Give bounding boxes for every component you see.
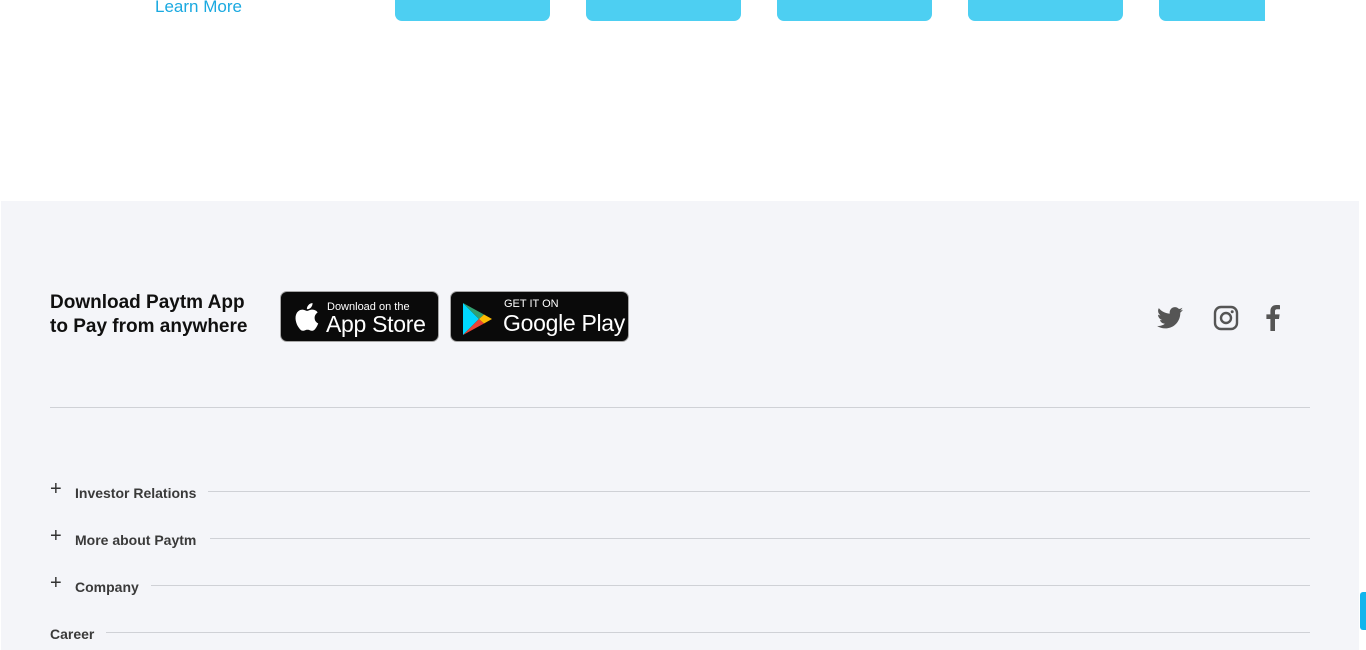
footer-divider [50,407,1310,408]
instagram-icon[interactable] [1213,305,1239,336]
plus-icon: + [50,525,62,547]
twitter-icon[interactable] [1157,307,1183,334]
plus-icon: + [50,572,62,594]
category-card[interactable] [968,0,1123,21]
google-play-big-label: Google Play [503,310,625,336]
app-store-button[interactable]: Download on the App Store [280,291,439,342]
footer-item-label: Company [75,579,139,595]
category-card[interactable] [777,0,932,21]
download-line-1: Download Paytm App [50,292,245,313]
facebook-icon[interactable] [1266,305,1280,336]
footer-item-career[interactable]: Career [50,624,1310,644]
row-divider [106,632,1310,633]
footer-item-label: Investor Relations [75,485,197,501]
download-app-heading: Download Paytm App to Pay from anywhere [50,291,280,339]
learn-more-link[interactable]: Learn More [155,0,242,17]
row-divider [151,585,1310,586]
top-section: Learn More [0,0,1366,200]
download-line-2: to Pay from anywhere [50,316,248,337]
footer-item-label: Career [50,626,95,642]
google-play-button[interactable]: GET IT ON Google Play [450,291,629,342]
row-divider [208,491,1310,492]
row-divider [210,538,1310,539]
plus-icon: + [50,478,62,500]
apple-icon [293,302,319,337]
category-card[interactable] [1159,0,1265,21]
google-play-icon [462,302,494,341]
google-play-small-label: GET IT ON [504,298,559,310]
app-store-big-label: App Store [326,311,426,337]
category-card[interactable] [395,0,550,21]
footer-item-company[interactable]: + Company [50,573,1310,597]
footer-item-more-about-paytm[interactable]: + More about Paytm [50,526,1310,550]
category-card[interactable] [586,0,741,21]
footer-item-label: More about Paytm [75,532,197,548]
scroll-indicator[interactable] [1360,592,1366,630]
footer-item-investor-relations[interactable]: + Investor Relations [50,479,1310,503]
